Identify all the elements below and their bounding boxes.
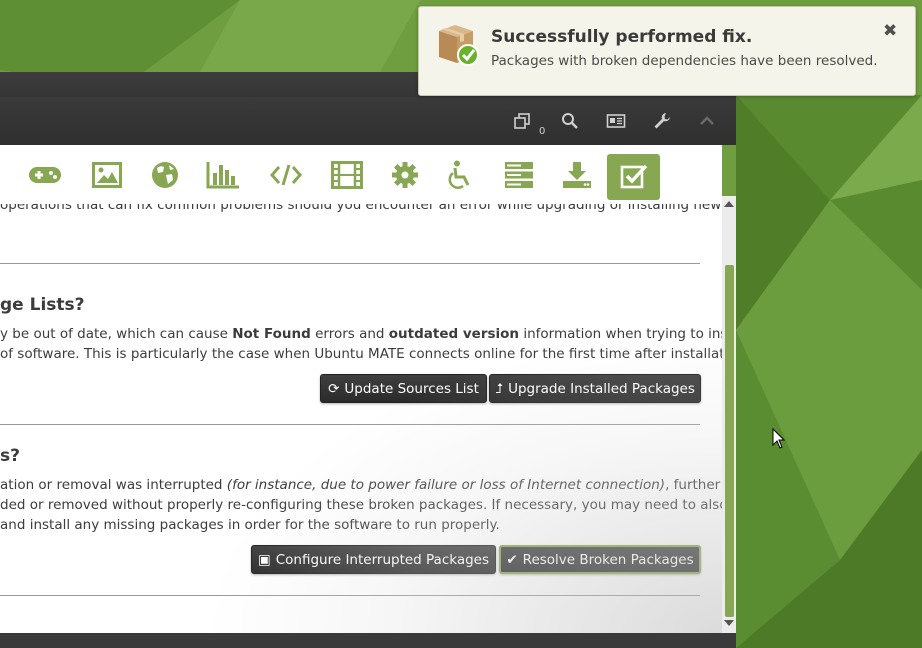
broken-line-2: ded or removed without properly re-confi…	[0, 497, 722, 513]
scrollbar-thumb[interactable]	[725, 265, 734, 617]
package-icon: ▣	[257, 551, 271, 568]
wrench-icon[interactable]	[652, 111, 672, 131]
resolve-broken-button[interactable]: ✔ Resolve Broken Packages	[499, 545, 701, 574]
close-icon[interactable]: ✖	[883, 21, 897, 41]
scroll-down-arrow-icon[interactable]	[724, 620, 734, 626]
code-icon[interactable]	[266, 155, 306, 195]
globe-icon[interactable]	[145, 155, 185, 195]
section-divider	[0, 263, 700, 264]
sources-line-1: y be out of date, which can cause Not Fo…	[0, 326, 722, 342]
check-icon: ✔	[506, 551, 518, 568]
search-icon[interactable]	[560, 111, 580, 131]
server-icon[interactable]	[499, 155, 539, 195]
vertical-scrollbar[interactable]	[722, 196, 736, 633]
film-icon[interactable]	[327, 155, 367, 195]
intro-line: operations that can fix common problems …	[0, 204, 722, 213]
sources-heading: ge Lists?	[0, 295, 85, 315]
category-bar	[0, 145, 722, 205]
bar-chart-icon[interactable]	[203, 155, 243, 195]
main-content: operations that can fix common problems …	[0, 145, 722, 633]
upgrade-arrow-icon: ⮥	[495, 380, 504, 397]
news-icon[interactable]	[606, 111, 626, 131]
refresh-icon: ⟳	[328, 380, 340, 397]
windows-count-badge: 0	[539, 126, 546, 137]
image-icon[interactable]	[87, 155, 127, 195]
intro-text: operations that can fix common problems …	[0, 204, 721, 220]
window-bottom-edge	[0, 633, 736, 648]
download-icon[interactable]	[557, 155, 597, 195]
checkbox-icon[interactable]	[607, 154, 660, 200]
notification-body: Packages with broken dependencies have b…	[491, 53, 878, 69]
section-divider	[0, 595, 700, 596]
scroll-up-arrow-icon[interactable]	[724, 201, 734, 207]
notification-title: Successfully performed fix.	[491, 27, 753, 47]
windows-icon[interactable]	[512, 111, 532, 131]
upgrade-packages-button[interactable]: ⮥ Upgrade Installed Packages	[489, 374, 701, 403]
headerbar	[0, 97, 736, 145]
accessibility-icon[interactable]	[440, 155, 480, 195]
configure-interrupted-button[interactable]: ▣ Configure Interrupted Packages	[251, 545, 496, 574]
broken-line-1: ation or removal was interrupted (for in…	[0, 477, 721, 493]
section-divider	[0, 424, 700, 425]
gamepad-icon[interactable]	[25, 155, 65, 195]
sources-line-2: of software. This is particularly the ca…	[0, 346, 722, 362]
notification-popup[interactable]: Successfully performed fix. Packages wit…	[418, 6, 916, 96]
gear-icon[interactable]	[385, 155, 425, 195]
mouse-pointer-icon	[772, 428, 786, 449]
chevron-up-icon[interactable]	[697, 111, 717, 131]
broken-line-3: and install any missing packages in orde…	[0, 517, 500, 533]
broken-heading: s?	[0, 446, 20, 466]
update-sources-button[interactable]: ⟳ Update Sources List	[320, 374, 487, 403]
package-installed-icon	[439, 25, 479, 66]
app-window: 0 operations that can fix common problem…	[0, 72, 736, 648]
